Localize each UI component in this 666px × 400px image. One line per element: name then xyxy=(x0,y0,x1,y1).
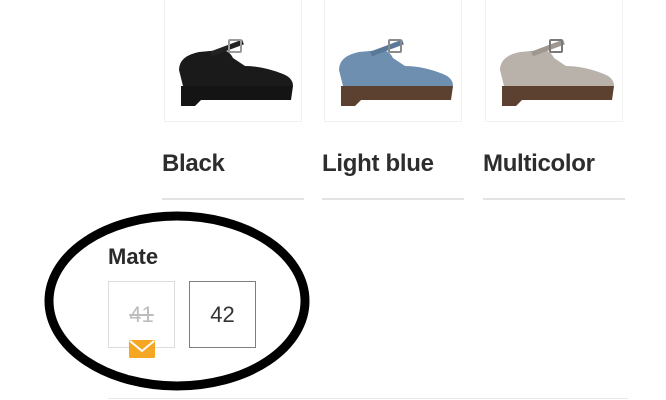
shoe-multicolor-image xyxy=(500,39,614,106)
size-value: 42 xyxy=(210,301,235,327)
variant-swatch-light-blue[interactable]: Light blue xyxy=(322,0,464,200)
variant-swatch-black[interactable]: Black xyxy=(162,0,304,200)
variant-underline xyxy=(483,198,625,200)
size-option-41-unavailable[interactable]: 41 xyxy=(108,281,175,348)
size-value: 41 xyxy=(129,301,154,327)
variant-image-black xyxy=(164,0,302,122)
variant-underline xyxy=(322,198,464,200)
variant-name: Light blue xyxy=(322,150,434,177)
variant-image-light-blue xyxy=(324,0,462,122)
variant-image-multicolor xyxy=(485,0,623,122)
size-option-42[interactable]: 42 xyxy=(189,281,256,348)
variant-name: Black xyxy=(162,150,225,177)
mail-icon[interactable] xyxy=(129,340,155,358)
shoe-black-image xyxy=(179,39,293,106)
size-label: Mate xyxy=(108,244,159,269)
section-divider xyxy=(108,398,628,399)
variant-swatch-multicolor[interactable]: Multicolor xyxy=(483,0,625,200)
variant-underline xyxy=(162,198,304,200)
variant-name: Multicolor xyxy=(483,150,595,177)
shoe-light-blue-image xyxy=(339,39,453,106)
